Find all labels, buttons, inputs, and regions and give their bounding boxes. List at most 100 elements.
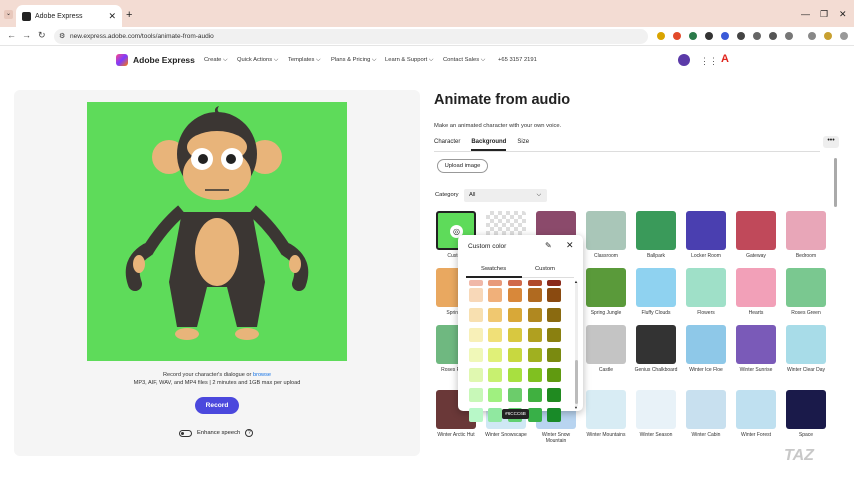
- background-thumbnail[interactable]: [786, 211, 826, 250]
- background-thumbnail[interactable]: [686, 325, 726, 364]
- color-swatch[interactable]: [508, 388, 522, 402]
- swatch-scroll-thumb[interactable]: [575, 360, 578, 404]
- tab-search-dropdown[interactable]: ⌄: [4, 10, 13, 19]
- color-swatch[interactable]: [469, 288, 483, 302]
- extension-icon[interactable]: [705, 32, 713, 40]
- background-thumbnail[interactable]: [736, 268, 776, 307]
- background-thumbnail[interactable]: [686, 268, 726, 307]
- color-swatch[interactable]: [469, 328, 483, 342]
- color-swatch[interactable]: [508, 288, 522, 302]
- extension-icon[interactable]: [737, 32, 745, 40]
- background-thumbnail[interactable]: [686, 211, 726, 250]
- tab-custom[interactable]: Custom: [535, 266, 555, 272]
- brand-logo[interactable]: Adobe Express: [116, 54, 195, 66]
- color-swatch[interactable]: [469, 408, 483, 422]
- background-thumbnail[interactable]: [636, 390, 676, 429]
- color-swatch[interactable]: [528, 368, 542, 382]
- color-swatch[interactable]: [508, 328, 522, 342]
- color-swatch[interactable]: [547, 280, 561, 286]
- background-thumbnail[interactable]: [786, 390, 826, 429]
- color-swatch[interactable]: [528, 308, 542, 322]
- color-swatch[interactable]: [508, 280, 522, 286]
- extension-icon[interactable]: [721, 32, 729, 40]
- color-swatch[interactable]: [528, 408, 542, 422]
- color-swatch[interactable]: [547, 368, 561, 382]
- tab-swatches[interactable]: Swatches: [481, 266, 506, 272]
- background-thumbnail[interactable]: [636, 325, 676, 364]
- color-swatch[interactable]: [488, 368, 502, 382]
- browse-link[interactable]: browse: [253, 372, 271, 378]
- color-swatch[interactable]: [488, 328, 502, 342]
- color-swatch[interactable]: [488, 288, 502, 302]
- extension-icon[interactable]: [673, 32, 681, 40]
- site-info-icon[interactable]: ⚙: [59, 29, 65, 44]
- background-thumbnail[interactable]: [736, 390, 776, 429]
- adobe-logo-icon[interactable]: A: [721, 54, 732, 65]
- scroll-up-icon[interactable]: ▲: [574, 279, 578, 284]
- info-icon[interactable]: ?: [245, 429, 254, 437]
- background-thumbnail[interactable]: [786, 325, 826, 364]
- color-swatch[interactable]: [547, 308, 561, 322]
- more-options-button[interactable]: •••: [823, 136, 839, 148]
- eyedropper-icon[interactable]: ✎: [545, 241, 552, 250]
- color-swatch[interactable]: [528, 328, 542, 342]
- color-swatch[interactable]: [469, 280, 483, 286]
- background-thumbnail[interactable]: [586, 268, 626, 307]
- color-swatch[interactable]: [547, 408, 561, 422]
- background-thumbnail[interactable]: [636, 268, 676, 307]
- nav-templates[interactable]: Templates ⌵: [288, 57, 320, 64]
- color-swatch[interactable]: [547, 388, 561, 402]
- apps-grid-icon[interactable]: ⋮⋮: [700, 56, 718, 67]
- color-swatch[interactable]: [528, 280, 542, 286]
- upload-image-button[interactable]: Upload image: [437, 159, 488, 173]
- reload-button[interactable]: ↻: [38, 30, 46, 41]
- panel-scrollbar[interactable]: [834, 158, 837, 207]
- background-thumbnail[interactable]: [736, 325, 776, 364]
- minimize-button[interactable]: —: [801, 9, 810, 19]
- browser-tab-adobe-express[interactable]: Adobe Express ✕: [16, 5, 122, 27]
- background-thumbnail[interactable]: [586, 325, 626, 364]
- enhance-speech-toggle[interactable]: [179, 429, 192, 437]
- nav-plans-pricing[interactable]: Plans & Pricing ⌵: [331, 57, 376, 64]
- background-thumbnail[interactable]: [636, 211, 676, 250]
- maximize-button[interactable]: ❐: [820, 9, 828, 20]
- browser-menu-icon[interactable]: [840, 32, 848, 40]
- tab-background[interactable]: Background: [471, 139, 507, 151]
- color-swatch[interactable]: [488, 408, 502, 422]
- color-swatch[interactable]: [508, 348, 522, 362]
- color-swatch[interactable]: [488, 348, 502, 362]
- color-swatch[interactable]: [488, 280, 502, 286]
- extension-icon[interactable]: [753, 32, 761, 40]
- color-swatch[interactable]: [469, 368, 483, 382]
- color-swatch[interactable]: [469, 308, 483, 322]
- background-thumbnail[interactable]: [736, 211, 776, 250]
- record-button[interactable]: Record: [195, 397, 239, 414]
- extension-icon[interactable]: [657, 32, 665, 40]
- background-thumbnail[interactable]: [586, 211, 626, 250]
- close-icon[interactable]: ✕: [566, 240, 574, 251]
- tab-character[interactable]: Character: [434, 139, 460, 151]
- category-select[interactable]: All ⌵: [464, 189, 547, 202]
- background-thumbnail[interactable]: [786, 268, 826, 307]
- extensions-puzzle-icon[interactable]: [785, 32, 793, 40]
- color-swatch[interactable]: [547, 288, 561, 302]
- nav-contact-sales[interactable]: Contact Sales ⌵: [443, 57, 485, 64]
- avatar[interactable]: [678, 54, 690, 66]
- profile-icon[interactable]: [824, 32, 832, 40]
- color-swatch[interactable]: [469, 348, 483, 362]
- tab-close-icon[interactable]: ✕: [108, 11, 116, 22]
- nav-quick-actions[interactable]: Quick Actions ⌵: [237, 57, 278, 64]
- nav-create[interactable]: Create ⌵: [204, 57, 227, 64]
- color-swatch[interactable]: [508, 308, 522, 322]
- color-swatch[interactable]: [469, 388, 483, 402]
- color-swatch[interactable]: [488, 308, 502, 322]
- background-thumbnail[interactable]: [686, 390, 726, 429]
- extension-icon[interactable]: [689, 32, 697, 40]
- scroll-down-icon[interactable]: ▼: [574, 405, 578, 410]
- color-swatch[interactable]: [528, 388, 542, 402]
- nav-learn-support[interactable]: Learn & Support ⌵: [385, 57, 433, 64]
- new-tab-button[interactable]: +: [126, 9, 132, 21]
- color-swatch[interactable]: [528, 288, 542, 302]
- window-close-button[interactable]: ✕: [839, 9, 847, 20]
- color-swatch[interactable]: [547, 348, 561, 362]
